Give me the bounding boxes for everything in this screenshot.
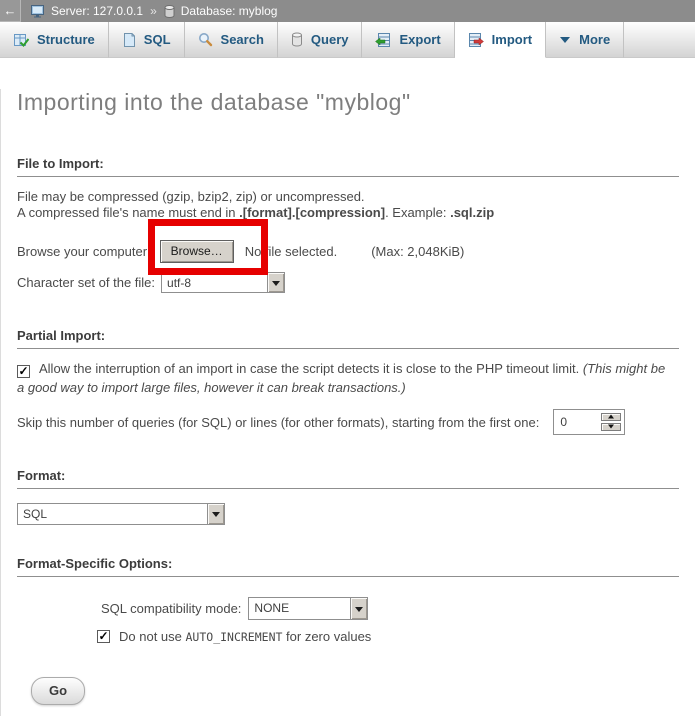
- go-button[interactable]: Go: [31, 677, 85, 705]
- allow-interruption-text: Allow the interruption of an import in c…: [39, 361, 583, 376]
- example-bold: .sql.zip: [450, 205, 494, 220]
- page-title: Importing into the database "myblog": [17, 89, 679, 116]
- browse-button[interactable]: Browse…: [160, 240, 234, 263]
- tab-label: More: [579, 32, 610, 47]
- auto-increment-checkbox[interactable]: ✓: [97, 630, 110, 643]
- help-line1: File may be compressed (gzip, bzip2, zip…: [17, 189, 365, 204]
- skip-queries-stepper[interactable]: 0: [553, 409, 625, 435]
- structure-icon: [13, 32, 29, 48]
- database-icon: [164, 5, 175, 18]
- breadcrumb-database[interactable]: Database: myblog: [181, 4, 278, 18]
- charset-selected-value: utf-8: [162, 273, 267, 292]
- tab-label: Search: [221, 32, 264, 47]
- format-selected-value: SQL: [18, 504, 207, 524]
- stepper-up-button[interactable]: [601, 413, 621, 421]
- tab-label: Structure: [37, 32, 95, 47]
- tab-label: Export: [399, 32, 440, 47]
- help-line2-mid: . Example:: [385, 205, 450, 220]
- server-icon: [31, 5, 45, 18]
- stepper-down-button[interactable]: [601, 423, 621, 431]
- browse-row: Browse your computer: Browse… No file se…: [17, 240, 679, 263]
- phpmyadmin-import-page: ← Server: 127.0.0.1 » Database: myblog S…: [0, 0, 695, 716]
- sql-compatibility-select[interactable]: NONE: [248, 597, 368, 620]
- charset-label: Character set of the file:: [17, 275, 155, 290]
- tab-bar: Structure SQL Search Query Export: [0, 22, 695, 58]
- breadcrumb-bar: ← Server: 127.0.0.1 » Database: myblog: [0, 0, 695, 22]
- tab-label: SQL: [144, 32, 171, 47]
- sql-compatibility-row: SQL compatibility mode: NONE: [17, 597, 679, 620]
- section-legend-format: Format:: [17, 468, 679, 489]
- auto-increment-code: AUTO_INCREMENT: [186, 630, 283, 644]
- allow-interruption-checkbox[interactable]: ✓: [17, 365, 30, 378]
- tabbar-filler: [624, 22, 695, 58]
- auto-increment-text: Do not use AUTO_INCREMENT for zero value…: [119, 629, 371, 644]
- tab-more[interactable]: More: [546, 22, 624, 58]
- format-select[interactable]: SQL: [17, 503, 225, 525]
- section-legend-file-to-import: File to Import:: [17, 156, 679, 177]
- tab-label: Import: [492, 32, 532, 47]
- chevron-down-icon: [559, 36, 571, 44]
- skip-queries-value: 0: [554, 410, 598, 434]
- sql-page-icon: [122, 32, 136, 48]
- search-icon: [198, 32, 213, 47]
- tab-search[interactable]: Search: [185, 22, 278, 58]
- export-icon: [375, 32, 391, 48]
- browse-label: Browse your computer:: [17, 244, 151, 259]
- tab-sql[interactable]: SQL: [109, 22, 185, 58]
- dropdown-arrow-icon: [350, 598, 367, 619]
- tab-structure[interactable]: Structure: [0, 22, 109, 58]
- breadcrumb-separator: »: [149, 4, 158, 18]
- help-line2-prefix: A compressed file's name must end in: [17, 205, 239, 220]
- max-size-note: (Max: 2,048KiB): [371, 244, 464, 259]
- tab-label: Query: [311, 32, 349, 47]
- charset-row: Character set of the file: utf-8: [17, 272, 679, 293]
- back-arrow-icon: ←: [4, 3, 17, 18]
- query-database-icon: [291, 32, 303, 47]
- tab-query[interactable]: Query: [278, 22, 363, 58]
- auto-increment-option: ✓ Do not use AUTO_INCREMENT for zero valu…: [17, 629, 679, 644]
- breadcrumb-server[interactable]: Server: 127.0.0.1: [51, 4, 143, 18]
- charset-select[interactable]: utf-8: [161, 272, 285, 293]
- dropdown-arrow-icon: [267, 273, 284, 292]
- compression-help-text: File may be compressed (gzip, bzip2, zip…: [17, 189, 679, 221]
- skip-queries-row: Skip this number of queries (for SQL) or…: [17, 409, 679, 435]
- sql-compatibility-value: NONE: [249, 598, 350, 619]
- import-icon: [468, 32, 484, 48]
- skip-queries-label: Skip this number of queries (for SQL) or…: [17, 415, 539, 430]
- stepper-buttons: [598, 410, 624, 434]
- no-file-selected-text: No file selected.: [245, 244, 338, 259]
- tab-export[interactable]: Export: [362, 22, 454, 58]
- format-compression-bold: .[format].[compression]: [239, 205, 385, 220]
- sql-compatibility-label: SQL compatibility mode:: [101, 601, 241, 616]
- back-button[interactable]: ←: [0, 0, 21, 22]
- allow-interruption-option: ✓ Allow the interruption of an import in …: [17, 359, 679, 397]
- dropdown-arrow-icon: [207, 504, 224, 524]
- section-legend-format-specific-options: Format-Specific Options:: [17, 556, 679, 577]
- section-legend-partial-import: Partial Import:: [17, 328, 679, 349]
- tab-import[interactable]: Import: [455, 22, 546, 58]
- main-content: Importing into the database "myblog" Fil…: [0, 89, 695, 716]
